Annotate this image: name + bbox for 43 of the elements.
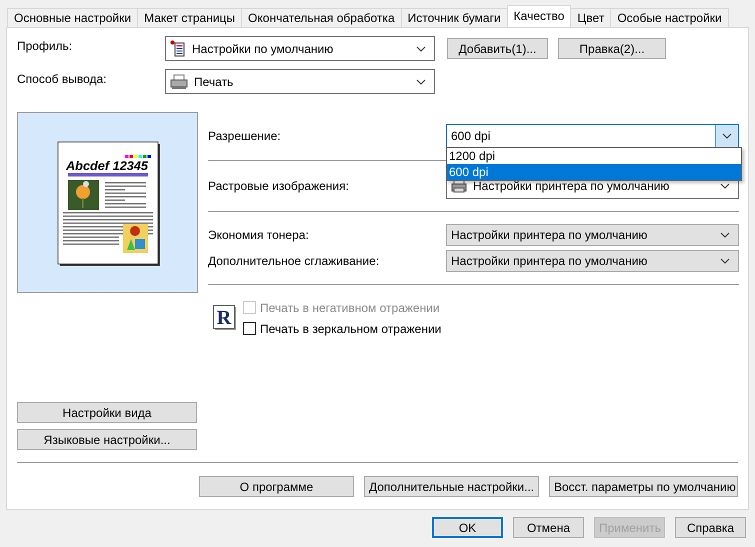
resolution-dropdown[interactable]: 600 dpi xyxy=(446,124,739,148)
add-button[interactable]: Добавить(1)... xyxy=(447,38,548,59)
profile-dropdown[interactable]: Настройки по умолчанию xyxy=(165,36,435,61)
dialog-button[interactable]: OK xyxy=(432,517,503,538)
chevron-icon xyxy=(416,46,426,52)
output-dropdown[interactable]: Печать xyxy=(165,69,435,94)
action-button[interactable]: Дополнительные настройки... xyxy=(364,476,539,497)
checkbox-label: Печать в негативном отражении xyxy=(260,300,440,314)
tab[interactable]: Основные настройки xyxy=(7,8,138,27)
checkbox[interactable] xyxy=(243,322,256,335)
dropdown-option[interactable]: 600 dpi xyxy=(447,164,741,180)
action-button[interactable]: Восст. параметры по умолчанию xyxy=(549,476,738,497)
settings-button[interactable]: Языковые настройки... xyxy=(17,429,197,450)
checkbox-label: Печать в зеркальном отражении xyxy=(260,322,442,336)
dropdown-option[interactable]: 1200 dpi xyxy=(447,148,741,164)
action-button[interactable]: О программе xyxy=(199,476,354,497)
edit-button[interactable]: Правка(2)... xyxy=(558,38,666,59)
dropdown[interactable]: Настройки принтера по умолчанию xyxy=(446,224,739,246)
tab[interactable]: Особые настройки xyxy=(610,8,729,27)
dialog-button[interactable]: Справка xyxy=(675,517,746,538)
preview-heading: Abcdef 12345 xyxy=(66,159,147,173)
tab[interactable]: Цвет xyxy=(570,8,612,27)
setting-label: Дополнительное сглаживание: xyxy=(208,254,380,268)
settings-button[interactable]: Настройки вида xyxy=(17,402,197,423)
letter-r-icon: R xyxy=(213,305,237,331)
setting-label: Растровые изображения: xyxy=(208,179,350,193)
profile-label: Профиль: xyxy=(17,38,74,53)
tab[interactable]: Макет страницы xyxy=(137,8,242,27)
tab[interactable]: Качество xyxy=(506,5,572,27)
chevron-icon xyxy=(720,258,730,264)
setting-label: Разрешение: xyxy=(208,129,282,143)
dropdown[interactable]: Настройки принтера по умолчанию xyxy=(446,250,739,272)
tab[interactable]: Окончательная обработка xyxy=(241,8,402,27)
printer-icon xyxy=(170,74,188,90)
output-label: Способ вывода: xyxy=(17,71,108,86)
chevron-icon xyxy=(722,133,732,139)
chevron-icon xyxy=(720,183,730,189)
chevron-icon xyxy=(720,232,730,238)
dialog-button[interactable]: Отмена xyxy=(513,517,584,538)
chevron-icon xyxy=(416,78,426,84)
setting-label: Экономия тонера: xyxy=(208,228,310,242)
document-icon xyxy=(170,40,186,57)
tab[interactable]: Источник бумаги xyxy=(400,8,508,27)
